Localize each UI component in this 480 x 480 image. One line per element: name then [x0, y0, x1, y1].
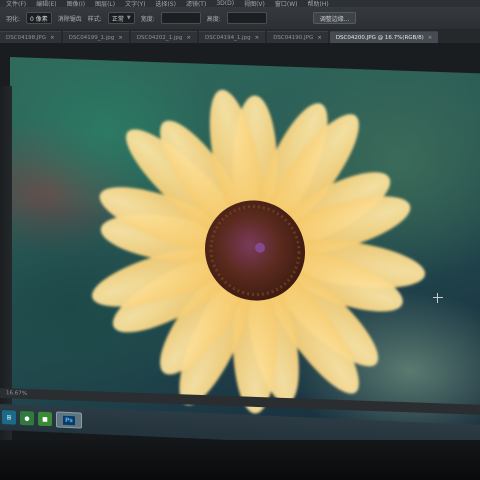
options-bar: 羽化: 0 像素 消除锯齿 样式: 正常 ▼ 宽度: 高度: 调整边缘... [0, 7, 480, 29]
close-icon[interactable]: × [118, 35, 123, 41]
document-tabs: DSC04198.JPG × DSC04199_1.jpg × DSC04202… [0, 29, 480, 43]
photoshop-taskbar-button[interactable]: Ps [56, 411, 82, 429]
chevron-down-icon: ▼ [126, 15, 131, 21]
menu-bar: 文件(F) 编辑(E) 图像(I) 图层(L) 文字(Y) 选择(S) 滤镜(T… [0, 0, 480, 8]
close-icon[interactable]: × [317, 35, 322, 41]
style-label: 样式: [87, 15, 102, 23]
sunflower-image [92, 89, 426, 414]
app-icon[interactable]: ● [20, 410, 34, 426]
antialias-checkbox[interactable]: 消除锯齿 [58, 14, 82, 23]
tab-label: DSC04190.JPG [273, 34, 314, 41]
app-icon[interactable]: ■ [38, 411, 52, 427]
style-select[interactable]: 正常 ▼ [107, 12, 135, 24]
tab-label: DSC04198.JPG [6, 34, 47, 41]
document-image[interactable] [10, 57, 480, 429]
height-label: 高度: [206, 15, 221, 23]
feather-input[interactable]: 0 像素 [26, 12, 52, 24]
feather-label: 羽化: [6, 15, 21, 23]
width-input[interactable] [160, 12, 201, 24]
tab-document[interactable]: DSC04199_1.jpg × [62, 31, 129, 43]
tab-label: DSC04200.JPG @ 16.7%(RGB/8) [335, 34, 424, 41]
windows-start-icon[interactable]: ⊞ [2, 410, 16, 425]
refine-edge-button[interactable]: 调整边缘... [312, 12, 357, 24]
tab-label: DSC04194_1.jpg [205, 34, 251, 41]
tab-document[interactable]: DSC04194_1.jpg × [199, 31, 266, 43]
tab-document[interactable]: DSC04190.JPG × [267, 31, 328, 43]
crosshair-icon [433, 293, 443, 303]
zoom-level: 16.67% [6, 390, 27, 397]
photoshop-icon: Ps [63, 415, 75, 425]
monitor-bezel [0, 440, 480, 480]
width-label: 宽度: [140, 15, 155, 23]
menu-3d[interactable]: 3D(D) [216, 0, 234, 7]
canvas-workspace[interactable] [0, 43, 480, 446]
height-input[interactable] [226, 12, 267, 24]
tab-label: DSC04199_1.jpg [68, 34, 115, 41]
close-icon[interactable]: × [428, 35, 433, 41]
close-icon[interactable]: × [186, 35, 191, 41]
tab-document[interactable]: DSC04198.JPG × [0, 31, 61, 43]
tab-document[interactable]: DSC04202_1.jpg × [130, 31, 197, 43]
style-select-value: 正常 [111, 15, 124, 23]
tab-label: DSC04202_1.jpg [136, 34, 183, 41]
tab-document-active[interactable]: DSC04200.JPG @ 16.7%(RGB/8) × [329, 31, 439, 43]
close-icon[interactable]: × [255, 35, 260, 41]
monitor-screen: 文件(F) 编辑(E) 图像(I) 图层(L) 文字(Y) 选择(S) 滤镜(T… [0, 0, 480, 480]
close-icon[interactable]: × [50, 35, 55, 41]
